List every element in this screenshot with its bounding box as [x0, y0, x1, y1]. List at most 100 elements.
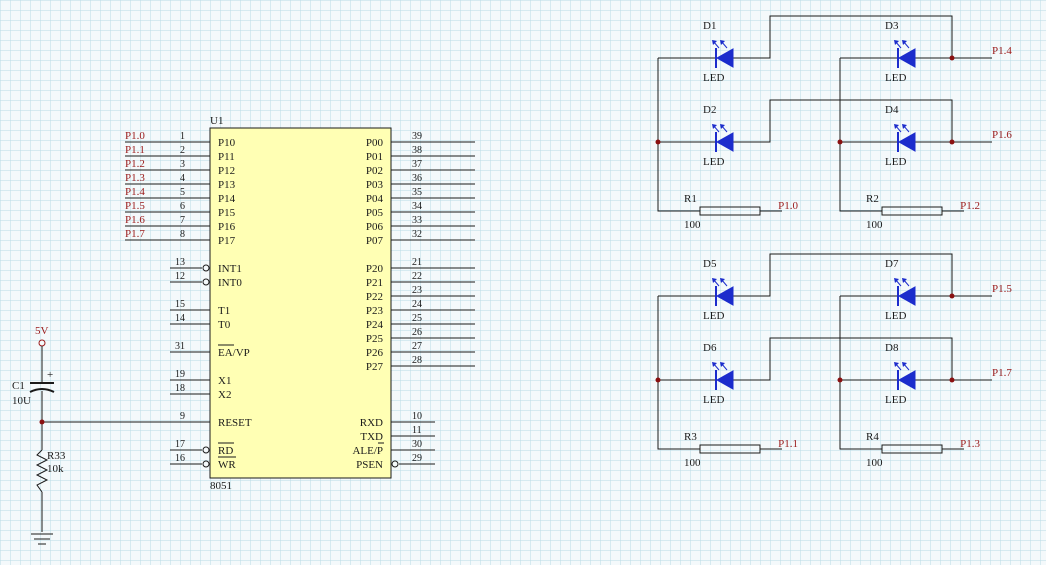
- pin-name: PSEN: [356, 459, 383, 471]
- pin-name: P13: [218, 179, 236, 191]
- net-label: P1.4: [125, 186, 145, 198]
- junction-dot: [837, 377, 843, 383]
- net-label: P1.5: [125, 200, 145, 212]
- pin-name: TXD: [360, 431, 383, 443]
- pin-name: P00: [366, 137, 384, 149]
- net-label: P1.7: [125, 228, 145, 240]
- led-ref: D6: [703, 342, 717, 354]
- led-type: LED: [703, 72, 724, 84]
- led-type: LED: [885, 394, 906, 406]
- net-label: P1.6: [992, 129, 1012, 141]
- net-label: P1.4: [992, 45, 1012, 57]
- led-ref: D3: [885, 20, 899, 32]
- pin-number: 4: [180, 173, 185, 184]
- pin-name: P07: [366, 235, 384, 247]
- pin-name: INT1: [218, 263, 242, 275]
- pin-number: 16: [175, 453, 185, 464]
- grid-background: [0, 0, 1046, 565]
- pin-number: 26: [412, 327, 422, 338]
- pin-name: WR: [218, 459, 236, 471]
- led-ref: D4: [885, 104, 899, 116]
- junction-dot: [949, 377, 955, 383]
- led-ref: D5: [703, 258, 717, 270]
- led-ref: D7: [885, 258, 899, 270]
- pin-number: 24: [412, 299, 422, 310]
- net-label: P1.0: [125, 130, 145, 142]
- pin-number: 19: [175, 369, 185, 380]
- pin-number: 12: [175, 271, 185, 282]
- pin-name: INT0: [218, 277, 242, 289]
- pin-number: 1: [180, 131, 185, 142]
- pin-number: 34: [412, 201, 422, 212]
- power-label: 5V: [35, 325, 49, 337]
- pin-name: P21: [366, 277, 383, 289]
- led-type: LED: [885, 310, 906, 322]
- pin-name: RD: [218, 445, 233, 457]
- pin-name: P16: [218, 221, 236, 233]
- pin-name: T0: [218, 319, 231, 331]
- led-ref: D8: [885, 342, 899, 354]
- chip-part: 8051: [210, 480, 232, 492]
- pin-number: 15: [175, 299, 185, 310]
- pin-number: 13: [175, 257, 185, 268]
- capacitor-polarity: +: [47, 369, 53, 381]
- junction-dot: [39, 419, 45, 425]
- pin-number: 27: [412, 341, 422, 352]
- net-label: P1.2: [125, 158, 145, 170]
- resistor-value: 100: [866, 457, 883, 469]
- led-ref: D2: [703, 104, 716, 116]
- resistor-ref: R1: [684, 193, 697, 205]
- pin-number: 35: [412, 187, 422, 198]
- led-ref: D1: [703, 20, 716, 32]
- pin-number: 14: [175, 313, 185, 324]
- chip-ref: U1: [210, 115, 223, 127]
- junction-dot: [949, 55, 955, 61]
- pin-name: ALE/P: [352, 445, 383, 457]
- pin-number: 10: [412, 411, 422, 422]
- schematic-canvas: U1 8051 P1.0 P1.1 P1.2 P1.3 P1.4 P1.5 P1…: [0, 0, 1046, 565]
- pin-name: P14: [218, 193, 236, 205]
- led-type: LED: [885, 156, 906, 168]
- capacitor-ref: C1: [12, 380, 25, 392]
- pin-number: 6: [180, 201, 185, 212]
- net-label: P1.5: [992, 283, 1012, 295]
- pin-name: EA/VP: [218, 347, 250, 359]
- resistor-ref: R2: [866, 193, 879, 205]
- pin-name: RESET: [218, 417, 252, 429]
- pin-name: P12: [218, 165, 235, 177]
- net-label: P1.7: [992, 367, 1012, 379]
- pin-name: X2: [218, 389, 231, 401]
- junction-dot: [837, 139, 843, 145]
- pin-number: 9: [180, 411, 185, 422]
- pin-name: P11: [218, 151, 235, 163]
- pin-number: 37: [412, 159, 422, 170]
- capacitor-value: 10U: [12, 395, 31, 407]
- led-type: LED: [703, 394, 724, 406]
- net-label: P1.0: [778, 200, 798, 212]
- resistor-value: 100: [684, 457, 701, 469]
- net-label: P1.2: [960, 200, 980, 212]
- pin-number: 28: [412, 355, 422, 366]
- pin-name: P15: [218, 207, 236, 219]
- pin-name: P22: [366, 291, 383, 303]
- pin-name: P23: [366, 305, 384, 317]
- resistor-ref: R33: [47, 450, 66, 462]
- led-type: LED: [703, 156, 724, 168]
- pin-name: T1: [218, 305, 230, 317]
- resistor-value: 100: [866, 219, 883, 231]
- pin-name: P17: [218, 235, 236, 247]
- pin-name: P10: [218, 137, 236, 149]
- pin-number: 32: [412, 229, 422, 240]
- resistor-ref: R3: [684, 431, 697, 443]
- junction-dot: [655, 377, 661, 383]
- pin-name: P05: [366, 207, 384, 219]
- led-type: LED: [885, 72, 906, 84]
- net-label: P1.3: [960, 438, 980, 450]
- net-label: P1.6: [125, 214, 145, 226]
- resistor-value: 100: [684, 219, 701, 231]
- junction-dot: [949, 293, 955, 299]
- pin-number: 11: [412, 425, 422, 436]
- pin-number: 8: [180, 229, 185, 240]
- pin-number: 33: [412, 215, 422, 226]
- pin-number: 30: [412, 439, 422, 450]
